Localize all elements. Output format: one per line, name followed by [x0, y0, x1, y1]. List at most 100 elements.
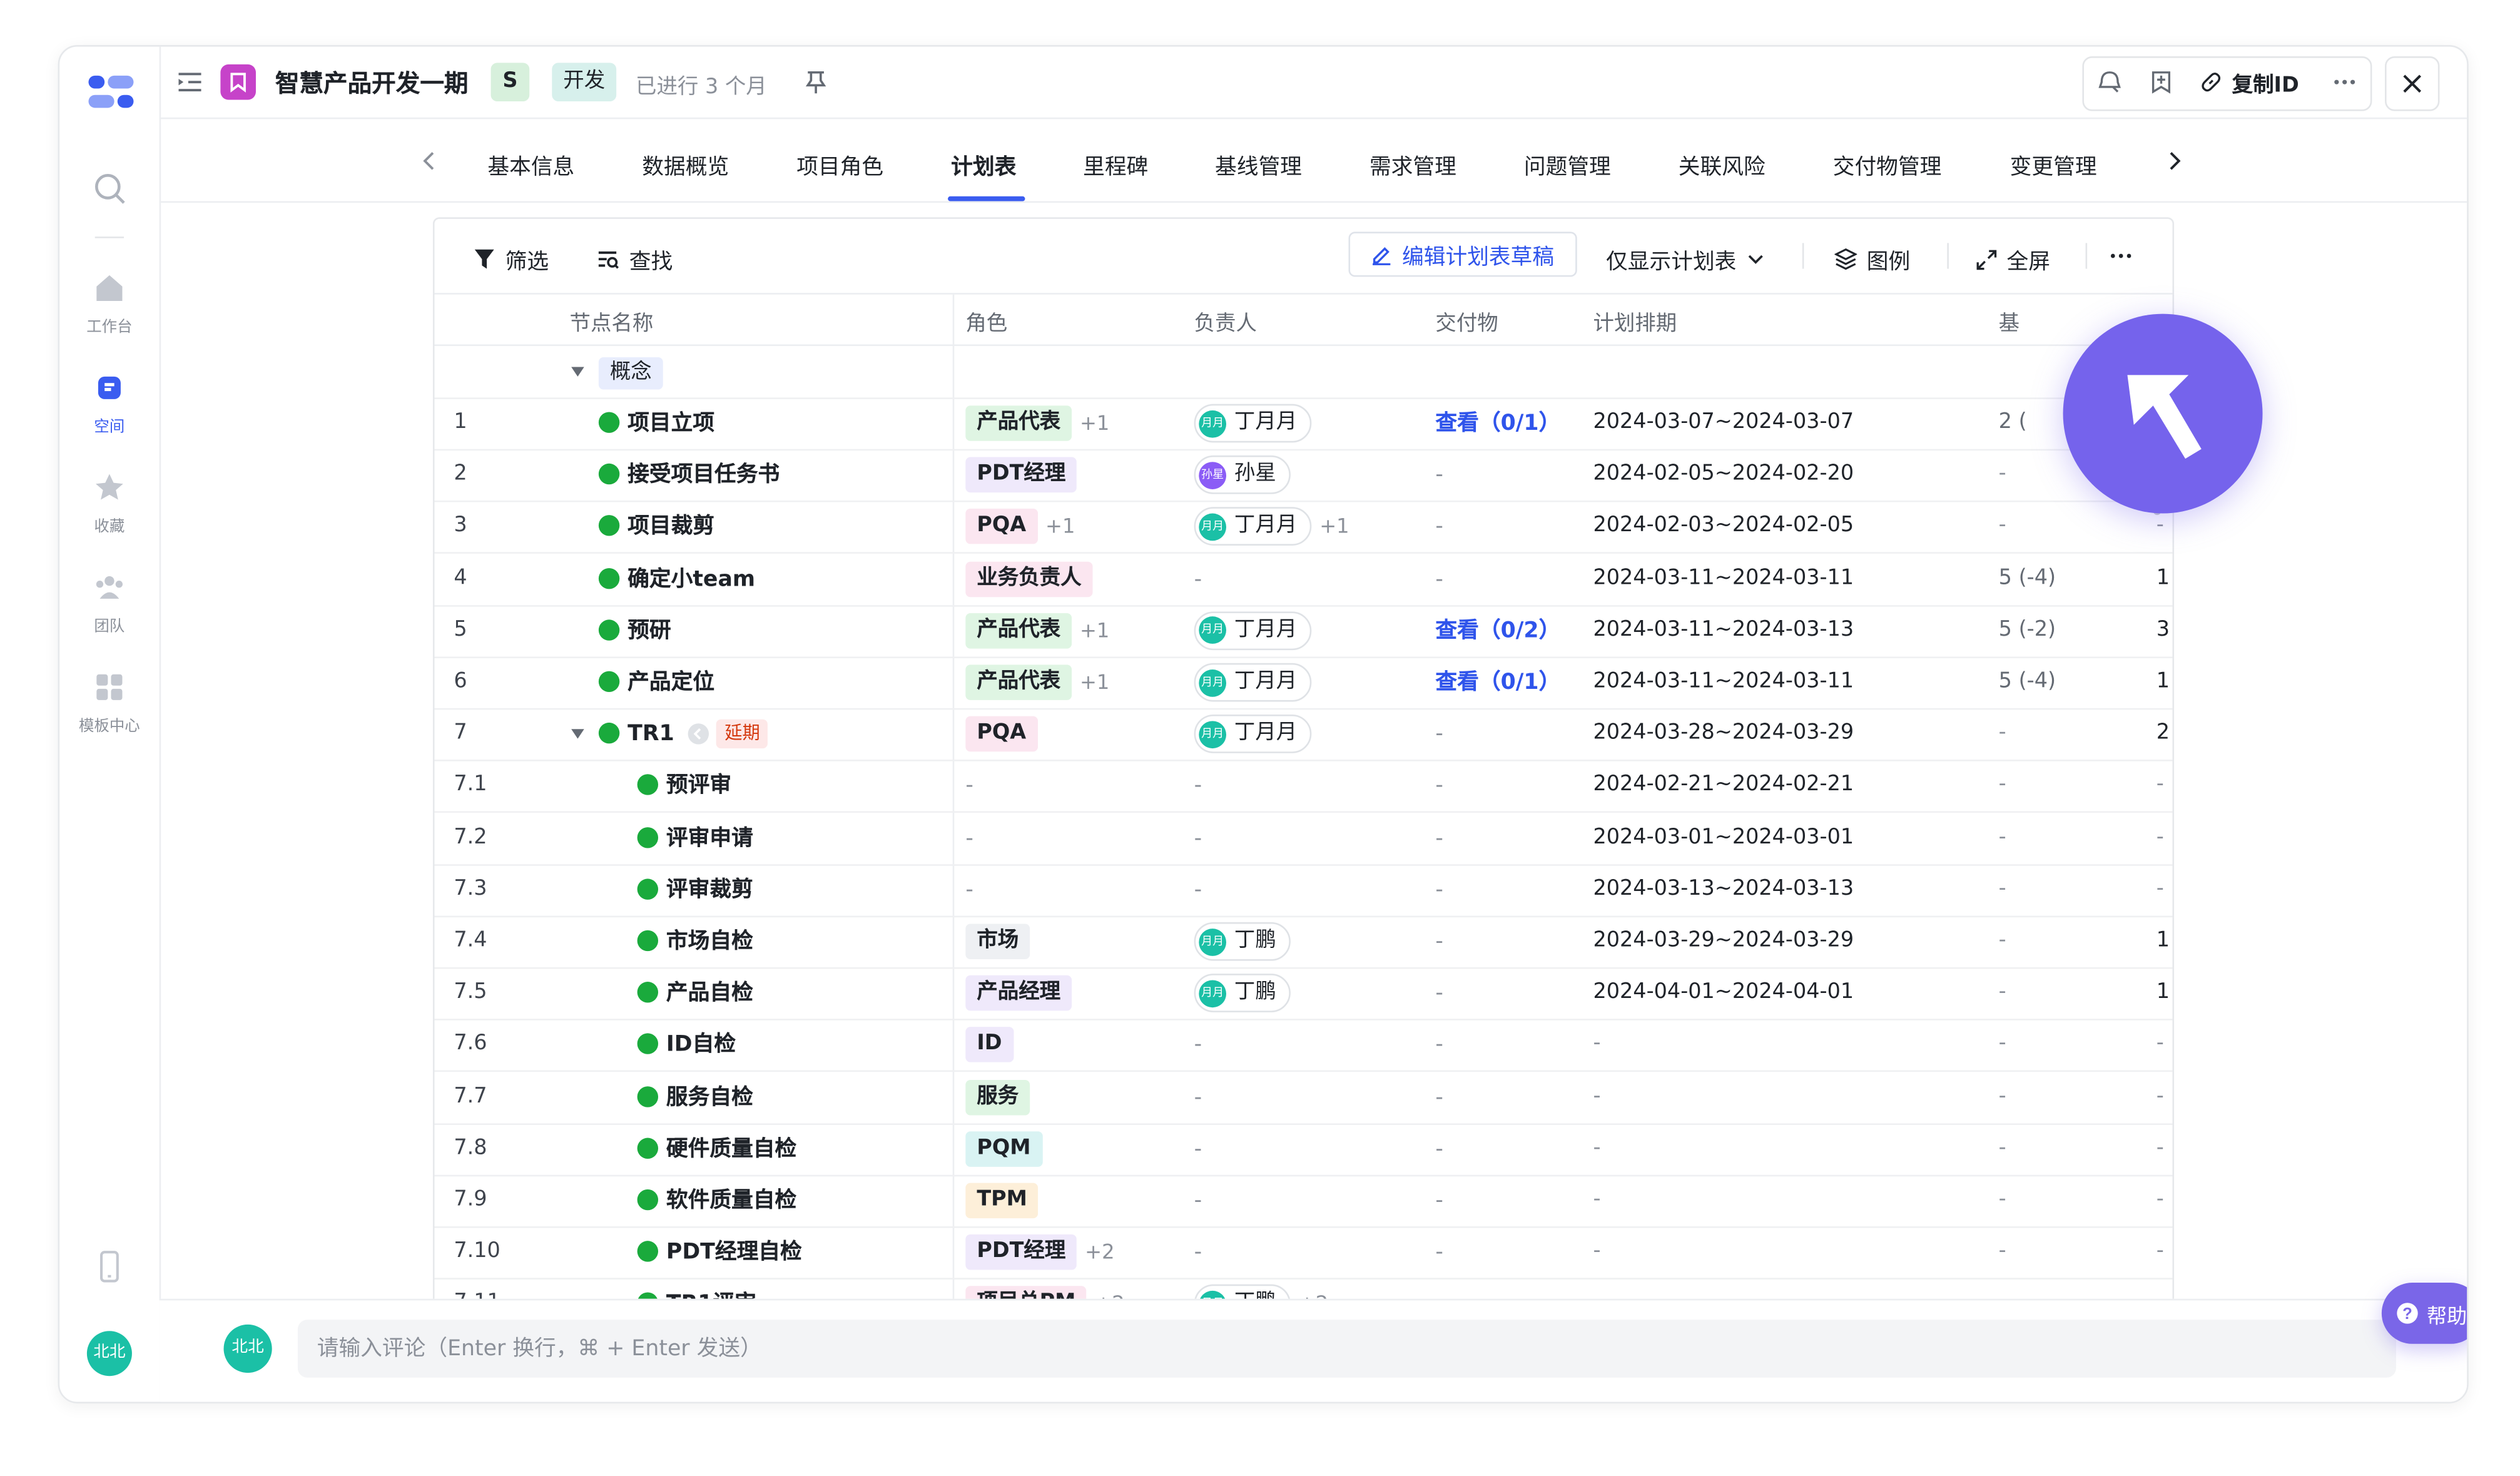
tab-changes[interactable]: 变更管理 — [2010, 148, 2097, 180]
role-cell[interactable]: PQA +1 — [965, 501, 1075, 552]
tab-data-overview[interactable]: 数据概览 — [642, 148, 729, 180]
table-row[interactable]: 7.4 市场自检 市场 月月 丁鹏 - 2024-03-29~2024-03-29 - 1 — [434, 916, 2173, 969]
close-button[interactable] — [2385, 56, 2440, 111]
edit-draft-button[interactable]: 编辑计划表草稿 — [1348, 232, 1577, 277]
view-mode-select[interactable]: 仅显示计划表 — [1606, 243, 1766, 275]
more-icon[interactable] — [2332, 69, 2357, 95]
legend-button[interactable]: 图例 — [1834, 243, 1910, 275]
role-cell[interactable]: 产品经理 — [965, 967, 1072, 1019]
owner-cell[interactable]: 月月 丁月月 — [1194, 397, 1312, 449]
sidebar-item-workbench[interactable]: 工作台 — [59, 272, 159, 337]
user-avatar[interactable]: 北北 — [86, 1331, 132, 1377]
sidebar-item-team[interactable]: 团队 — [59, 571, 159, 636]
role-cell[interactable]: 业务负责人 — [965, 553, 1093, 604]
table-row[interactable]: 4 确定小team 业务负责人 - - 2024-03-11~2024-03-11 5 (-… — [434, 553, 2173, 606]
tab-milestones[interactable]: 里程碑 — [1083, 148, 1148, 180]
owner-cell[interactable]: 月月 丁月月 — [1194, 605, 1312, 656]
help-button[interactable]: ? 帮助 — [2381, 1283, 2467, 1344]
pin-icon[interactable] — [803, 69, 829, 95]
node-name-cell[interactable]: 市场自检 — [637, 916, 753, 967]
chevron-left-icon[interactable] — [420, 150, 439, 172]
bookmark-icon[interactable] — [2148, 69, 2174, 95]
node-name-cell[interactable]: 硬件质量自检 — [637, 1123, 796, 1174]
table-row[interactable]: 7.8 硬件质量自检 PQM - - - - - — [434, 1123, 2173, 1176]
node-name-cell[interactable]: 确定小team — [598, 553, 755, 604]
tab-baseline[interactable]: 基线管理 — [1215, 148, 1302, 180]
role-cell[interactable]: PQM — [965, 1123, 1042, 1174]
role-cell[interactable]: PDT经理 +2 — [965, 1226, 1115, 1278]
node-name-cell[interactable]: 接受项目任务书 — [598, 449, 780, 501]
role-cell[interactable]: TPM — [965, 1175, 1039, 1226]
more-icon[interactable] — [2108, 243, 2134, 268]
role-cell[interactable]: PDT经理 — [965, 449, 1077, 501]
tab-project-roles[interactable]: 项目角色 — [796, 148, 883, 180]
node-name-cell[interactable]: 预研 — [598, 605, 671, 656]
owner-cell[interactable]: 孙星 孙星 — [1194, 449, 1291, 501]
sidebar-item-space[interactable]: 空间 — [59, 372, 159, 436]
role-cell[interactable]: 服务 — [965, 1071, 1030, 1122]
owner-pill[interactable]: 月月丁鹏 — [1194, 922, 1291, 961]
node-name-cell[interactable]: 项目裁剪 — [598, 501, 714, 552]
owner-pill[interactable]: 月月 丁月月 — [1194, 611, 1312, 650]
node-name-cell[interactable]: 服务自检 — [637, 1071, 753, 1122]
table-row[interactable]: 5 预研 产品代表 +1 月月 丁月月 查看（0/2） 2024-03-11~2024-03-… — [434, 605, 2173, 658]
owner-cell[interactable]: 月月 丁月月 — [1194, 656, 1312, 708]
owner-cell[interactable]: 月月 丁鹏 — [1194, 916, 1291, 967]
copy-id-button[interactable]: 复制ID — [2200, 66, 2299, 98]
table-row[interactable]: 7.1 预评审 - - - 2024-02-21~2024-02-21 - - — [434, 760, 2173, 813]
node-name-cell[interactable]: 产品定位 — [598, 656, 714, 708]
caret-down-icon[interactable] — [570, 365, 586, 379]
table-row[interactable]: 3 项目裁剪 PQA +1 月月 丁月月 +1 - 2024-02-03~2024-02-05 -… — [434, 501, 2173, 554]
role-cell[interactable]: 产品代表 +1 — [965, 656, 1109, 708]
owner-cell[interactable]: 月月 丁月月 +1 — [1194, 501, 1349, 552]
search-button[interactable]: 查找 — [597, 243, 673, 275]
table-row[interactable]: 2 接受项目任务书 PDT经理 孙星 孙星 - 2024-02-05~2024-02-20 -… — [434, 449, 2173, 503]
tab-basic-info[interactable]: 基本信息 — [487, 148, 574, 180]
filter-button[interactable]: 筛选 — [473, 243, 549, 275]
deliverable-cell[interactable]: 查看（0/1） — [1435, 656, 1560, 708]
node-name-cell[interactable]: 评审裁剪 — [637, 864, 753, 915]
role-cell[interactable]: 产品代表 +1 — [965, 397, 1109, 449]
table-row[interactable]: 7 TR1 延期 PQA 月月 丁月月 - 2024-03-28~2024-03-29 - 2 — [434, 708, 2173, 762]
node-name-cell[interactable]: 预评审 — [637, 760, 731, 812]
tab-plan[interactable]: 计划表 — [951, 148, 1016, 180]
role-cell[interactable]: PQA — [965, 708, 1038, 760]
table-row[interactable]: 7.9 软件质量自检 TPM - - - - - — [434, 1175, 2173, 1228]
deliverable-cell[interactable]: 查看（0/1） — [1435, 397, 1560, 449]
owner-pill[interactable]: 孙星 孙星 — [1194, 456, 1291, 495]
table-row[interactable]: 7.2 评审申请 - - - 2024-03-01~2024-03-01 - - — [434, 812, 2173, 865]
role-cell[interactable]: 产品代表 +1 — [965, 605, 1109, 656]
tab-issues[interactable]: 问题管理 — [1524, 148, 1611, 180]
tab-requirements[interactable]: 需求管理 — [1369, 148, 1456, 180]
table-row[interactable]: 7.7 服务自检 服务 - - - - - — [434, 1071, 2173, 1124]
table-row[interactable]: 7.3 评审裁剪 - - - 2024-03-13~2024-03-13 - - — [434, 864, 2173, 917]
sidebar-item-favorites[interactable]: 收藏 — [59, 472, 159, 536]
tab-risks[interactable]: 关联风险 — [1679, 148, 1766, 180]
node-name-cell[interactable]: 项目立项 — [598, 397, 714, 449]
node-name-cell[interactable]: TR1 延期 — [598, 708, 768, 760]
collapse-sidebar-icon[interactable] — [175, 68, 204, 96]
caret-down-icon[interactable] — [570, 728, 586, 741]
tab-deliverables[interactable]: 交付物管理 — [1833, 148, 1942, 180]
fullscreen-button[interactable]: 全屏 — [1976, 243, 2050, 275]
node-name-cell[interactable]: 评审申请 — [637, 812, 753, 863]
owner-cell[interactable]: 月月 丁鹏 — [1194, 967, 1291, 1019]
owner-pill[interactable]: 月月 丁月月 — [1194, 404, 1312, 443]
owner-pill[interactable]: 月月 丁月月 — [1194, 663, 1312, 702]
subscribe-icon[interactable] — [2097, 69, 2123, 95]
table-row[interactable]: 1 项目立项 产品代表 +1 月月 丁月月 查看（0/1） 2024-03-07~2024-0… — [434, 397, 2173, 451]
comment-input[interactable]: 请输入评论（Enter 换行，⌘ + Enter 发送） — [297, 1320, 2397, 1378]
owner-pill[interactable]: 月月 丁月月 — [1194, 715, 1312, 754]
table-row[interactable]: 7.10 PDT经理自检 PDT经理 +2 - - - - - — [434, 1226, 2173, 1280]
deliverable-cell[interactable]: 查看（0/2） — [1435, 605, 1560, 656]
table-row[interactable]: 6 产品定位 产品代表 +1 月月 丁月月 查看（0/1） 2024-03-11~2024-0… — [434, 656, 2173, 710]
node-name-cell[interactable]: PDT经理自检 — [637, 1226, 802, 1278]
node-name-cell[interactable]: ID自检 — [637, 1019, 736, 1071]
owner-pill[interactable]: 月月 丁月月 — [1194, 507, 1312, 546]
mobile-icon[interactable] — [90, 1247, 129, 1286]
node-name-cell[interactable]: 软件质量自检 — [637, 1175, 796, 1226]
search-icon[interactable] — [90, 169, 129, 208]
owner-pill[interactable]: 月月丁鹏 — [1194, 974, 1291, 1013]
node-name-cell[interactable]: 产品自检 — [637, 967, 753, 1019]
table-row[interactable]: 7.5 产品自检 产品经理 月月 丁鹏 - 2024-04-01~2024-04-01 - 1 — [434, 967, 2173, 1021]
